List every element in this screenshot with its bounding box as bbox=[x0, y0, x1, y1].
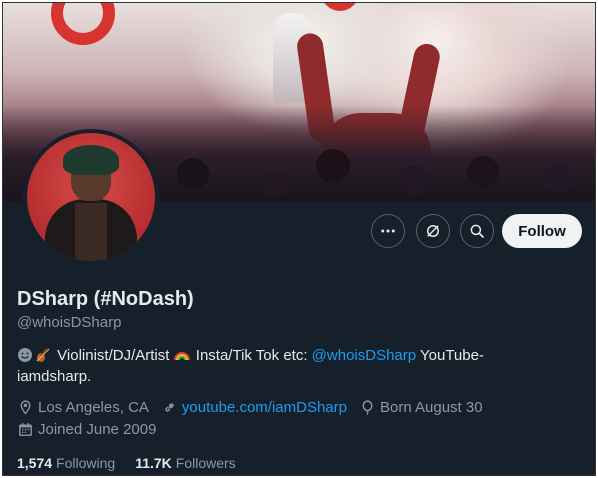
birthday-text: Born August 30 bbox=[380, 399, 483, 416]
website[interactable]: youtube.com/iamDSharp bbox=[161, 399, 347, 416]
handle: @whoisDSharp bbox=[17, 314, 122, 331]
bio: Violinist/DJ/Artist Insta/Tik Tok etc: @… bbox=[17, 345, 537, 387]
more-icon bbox=[381, 229, 395, 233]
more-button[interactable] bbox=[371, 214, 405, 248]
grok-icon bbox=[427, 225, 439, 237]
bio-text: Violinist/DJ/Artist bbox=[57, 347, 170, 364]
bio-text: YouTube- bbox=[420, 347, 484, 364]
location-pin-icon bbox=[20, 400, 31, 415]
bio-mention-link[interactable]: @whoisDSharp bbox=[312, 347, 416, 364]
balloon-decoration bbox=[51, 3, 115, 45]
location: Los Angeles, CA bbox=[17, 399, 149, 416]
rainbow-emoji-icon bbox=[173, 352, 190, 361]
joined: Joined June 2009 bbox=[17, 421, 156, 438]
profile-meta-joined: Joined June 2009 bbox=[17, 421, 168, 438]
violin-emoji-icon bbox=[36, 348, 50, 362]
followers-label: Followers bbox=[175, 455, 236, 471]
followers-count: 11.7K bbox=[135, 455, 172, 471]
search-button[interactable] bbox=[460, 214, 494, 248]
following-count: 1,574 bbox=[17, 455, 53, 471]
location-text: Los Angeles, CA bbox=[38, 399, 149, 416]
bio-text: iamdsharp. bbox=[17, 368, 92, 385]
profile-header: Follow DSharp (#NoDash) @whoisDSharp Vio… bbox=[2, 2, 596, 476]
follow-button[interactable]: Follow bbox=[502, 214, 582, 248]
followers-link[interactable]: 11.7K Followers bbox=[135, 455, 236, 471]
avatar-shirt bbox=[75, 203, 107, 261]
follow-stats: 1,574 Following 11.7K Followers bbox=[17, 455, 256, 471]
grok-button[interactable] bbox=[416, 214, 450, 248]
display-name: DSharp (#NoDash) bbox=[17, 288, 194, 310]
birthday: Born August 30 bbox=[359, 399, 483, 416]
calendar-icon bbox=[19, 423, 32, 436]
balloon-decoration bbox=[321, 3, 359, 11]
search-icon bbox=[470, 224, 484, 238]
following-link[interactable]: 1,574 Following bbox=[17, 455, 115, 471]
following-label: Following bbox=[56, 455, 116, 471]
joined-text: Joined June 2009 bbox=[38, 421, 157, 438]
bio-text: Insta/Tik Tok etc: bbox=[195, 347, 308, 364]
website-link[interactable]: youtube.com/iamDSharp bbox=[182, 399, 347, 416]
link-icon bbox=[165, 403, 174, 412]
smile-emoji-icon bbox=[18, 348, 32, 362]
balloon-icon bbox=[362, 400, 373, 415]
avatar[interactable] bbox=[27, 133, 155, 261]
profile-meta: Los Angeles, CA youtube.com/iamDSharp Bo… bbox=[17, 399, 495, 416]
avatar-hair bbox=[63, 145, 119, 175]
